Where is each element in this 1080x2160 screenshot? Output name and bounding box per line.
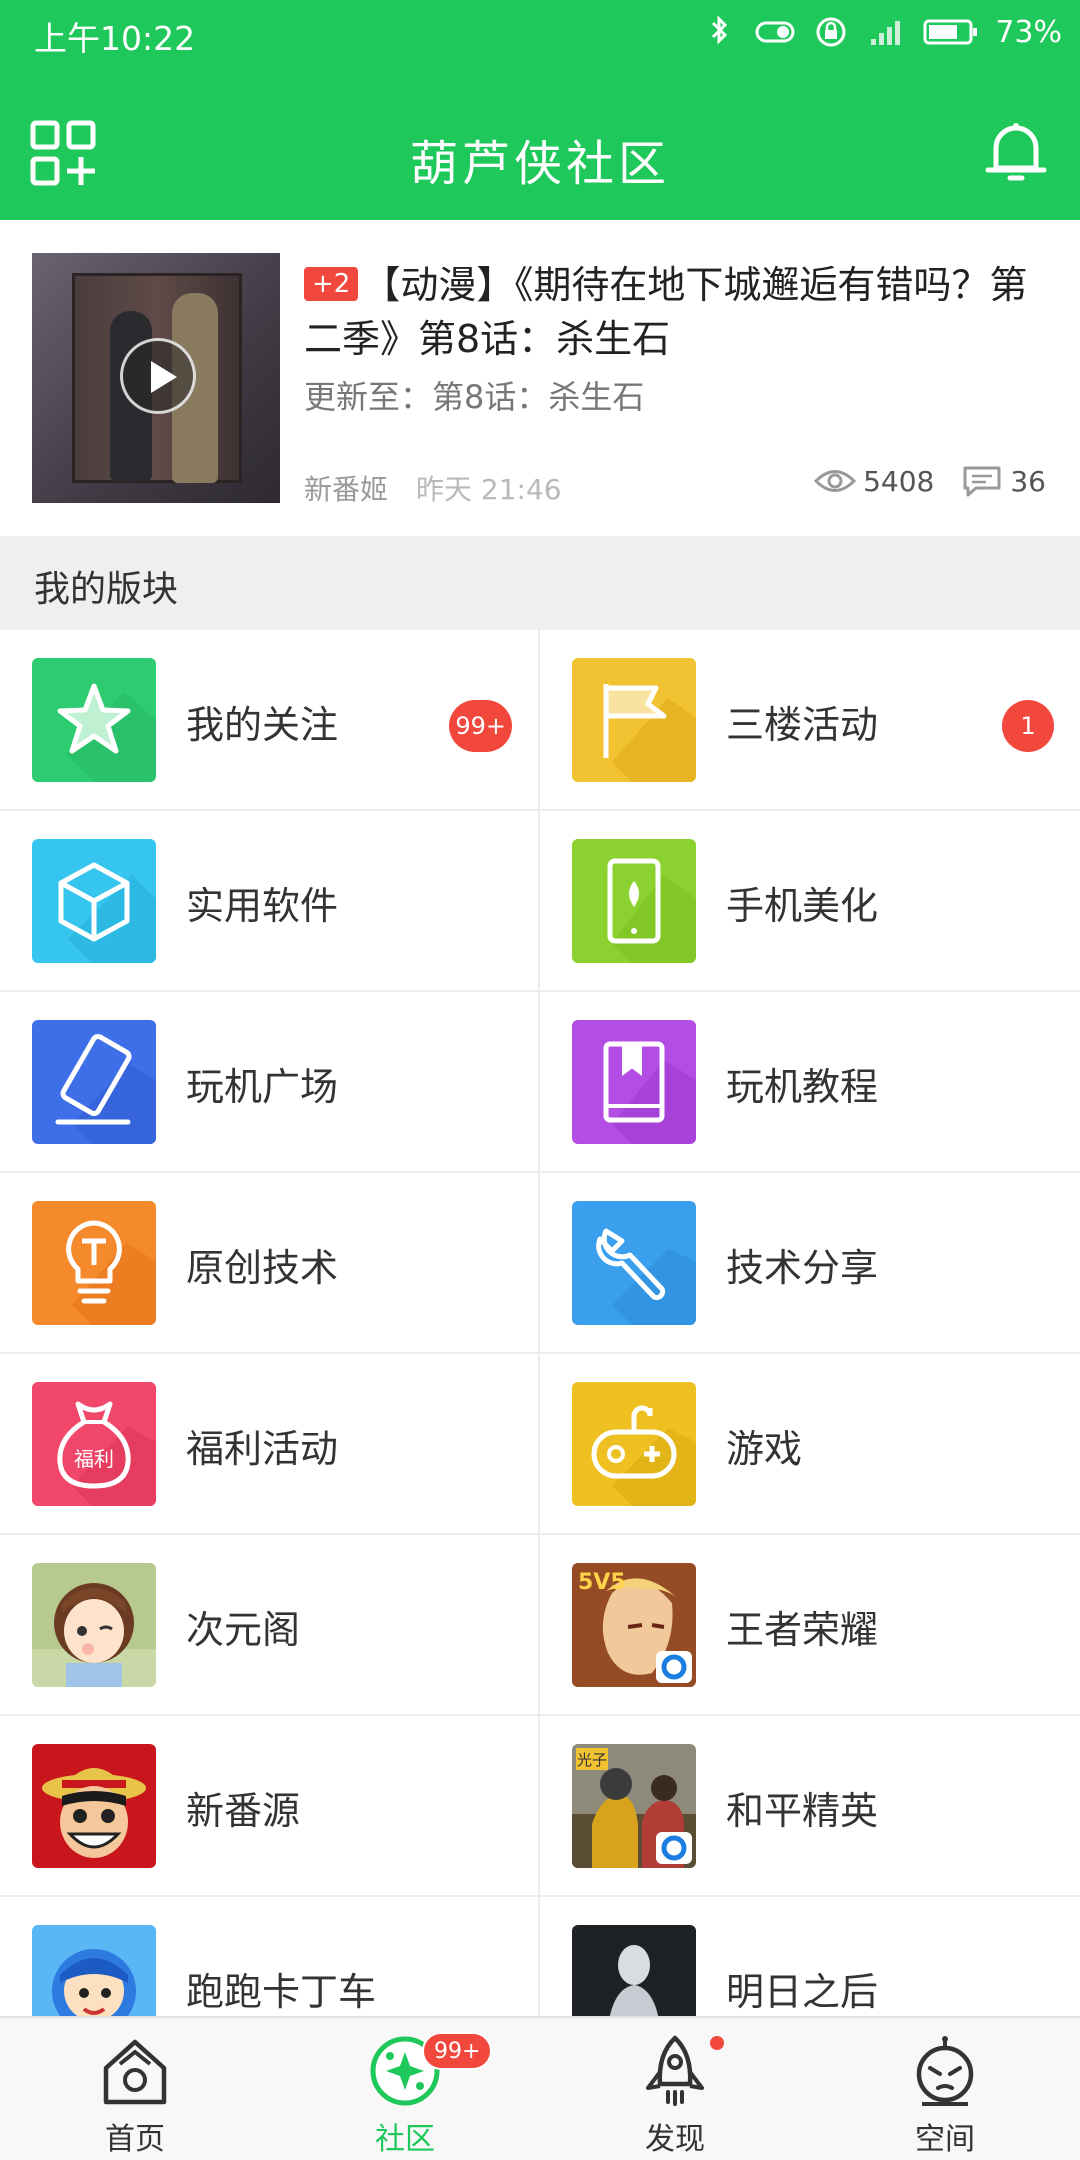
board-item-phone-square[interactable]: 玩机广场 [0,992,540,1173]
flag-icon [572,658,696,782]
phone-leaf-icon [572,839,696,963]
board-label: 玩机教程 [726,1065,879,1109]
nav-space[interactable]: 空间 [810,2018,1080,2160]
board-label: 和平精英 [726,1789,879,1833]
bell-icon[interactable] [982,118,1050,186]
wrench-icon [572,1201,696,1325]
section-header: 我的版块 [0,536,1080,630]
rocket-icon [646,2035,704,2106]
status-icons: 73% [699,12,1062,52]
game-logo-text: 光子 [577,1751,607,1769]
nav-discover[interactable]: 发现 [540,2018,810,2160]
tilted-phone-icon [32,1020,156,1144]
board-label: 福利活动 [186,1427,339,1471]
app-bar: 上午10:22 73% 葫芦侠社区 [0,0,1080,220]
lightbulb-icon [32,1201,156,1325]
nav-badge: 99+ [422,2032,493,2070]
money-bag-text: 福利 [74,1447,114,1471]
board-item-honor-of-kings[interactable]: 5V5 王者荣耀 [540,1535,1080,1716]
gamepad-icon [572,1382,696,1506]
luffy-icon [32,1744,156,1868]
board-item-useful-software[interactable]: 实用软件 [0,811,540,992]
post-stats: 5408 36 [813,464,1046,498]
board-label: 次元阁 [186,1608,301,1652]
post-author[interactable]: 新番姬 [304,473,388,506]
post-title[interactable]: +2 【动漫】《期待在地下城邂逅有错吗？第二季》第8话：杀生石 [304,258,1044,366]
nav-notification-dot [710,2036,724,2050]
board-item-peace-elite[interactable]: 光子 和平精英 [540,1716,1080,1897]
game-logo-text: 5V5 [578,1570,626,1595]
star-icon [32,658,156,782]
featured-post[interactable]: +2 【动漫】《期待在地下城邂逅有错吗？第二季》第8话：杀生石 更新至：第8话：杀… [0,220,1080,536]
book-icon [572,1020,696,1144]
nav-community[interactable]: 99+ 社区 [270,2018,540,2160]
board-label: 手机美化 [726,884,879,928]
board-item-phone-theme[interactable]: 手机美化 [540,811,1080,992]
comment-icon [963,466,1001,497]
board-label: 王者荣耀 [726,1608,879,1652]
cube-icon [32,839,156,963]
lock-rotation-icon [816,17,846,47]
nav-label: 空间 [915,2122,975,2157]
nav-label: 发现 [645,2122,705,2157]
board-item-welfare-events[interactable]: 福利 福利活动 [0,1354,540,1535]
board-label: 跑跑卡丁车 [186,1970,377,2014]
board-badge: 1 [1002,700,1054,752]
board-item-tech-share[interactable]: 技术分享 [540,1173,1080,1354]
board-item-new-anime-source[interactable]: 新番源 [0,1716,540,1897]
status-bar: 上午10:22 73% [0,0,1080,66]
post-meta: 新番姬 昨天 21:46 [304,468,562,508]
board-label: 游戏 [726,1427,803,1471]
board-item-third-floor-events[interactable]: 三楼活动 1 [540,630,1080,811]
bluetooth-icon [712,15,728,45]
board-item-my-follow[interactable]: 我的关注 99+ [0,630,540,811]
money-bag-icon: 福利 [32,1382,156,1506]
board-item-dimension-pavilion[interactable]: 次元阁 [0,1535,540,1716]
board-label: 实用软件 [186,884,339,928]
battery-percent: 73% [995,14,1062,50]
board-label: 原创技术 [186,1246,339,1290]
view-count: 5408 [863,464,935,498]
board-label: 明日之后 [726,1970,879,2014]
nav-label: 社区 [375,2122,435,2157]
post-time: 昨天 21:46 [416,473,562,506]
house-icon [103,2039,167,2105]
board-label: 玩机广场 [186,1065,339,1109]
battery-icon [923,19,978,45]
alien-face-icon [916,2036,974,2106]
board-item-original-tech[interactable]: 原创技术 [0,1173,540,1354]
honor-of-kings-icon: 5V5 [572,1563,696,1687]
post-subtitle: 更新至：第8话：杀生石 [304,378,645,416]
board-label: 三楼活动 [726,703,879,747]
nav-home[interactable]: 首页 [0,2018,270,2160]
post-title-text: 【动漫】《期待在地下城邂逅有错吗？第二季》第8话：杀生石 [304,263,1028,361]
post-badge: +2 [304,267,359,301]
board-label: 技术分享 [726,1246,879,1290]
board-badge: 99+ [449,700,512,752]
status-time: 上午10:22 [34,19,196,58]
signal-icon [871,21,901,45]
bottom-nav: 首页 99+ 社区 发现 空间 [0,2016,1080,2160]
title-row: 葫芦侠社区 [0,100,1080,210]
anime-girl-icon [32,1563,156,1687]
eye-icon [813,470,857,492]
board-label: 新番源 [186,1789,301,1833]
toggle-icon [755,21,795,43]
board-item-games[interactable]: 游戏 [540,1354,1080,1535]
peace-elite-icon: 光子 [572,1744,696,1868]
board-label: 我的关注 [186,703,339,747]
comment-count: 36 [1010,464,1046,498]
board-item-phone-tutorials[interactable]: 玩机教程 [540,992,1080,1173]
page-title: 葫芦侠社区 [409,136,670,192]
play-icon[interactable] [120,338,196,414]
video-thumbnail[interactable] [32,253,280,503]
section-title: 我的版块 [34,569,179,610]
nav-label: 首页 [105,2122,165,2157]
